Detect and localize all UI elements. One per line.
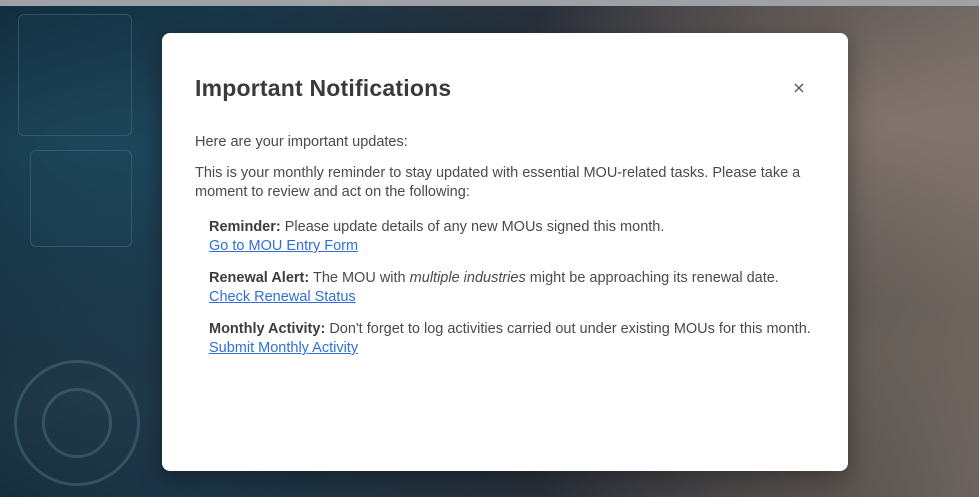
item-label: Reminder: bbox=[209, 219, 281, 235]
item-text: Don't forget to log activities carried o… bbox=[329, 321, 811, 337]
item-label: Renewal Alert: bbox=[209, 270, 310, 286]
description-text: This is your monthly reminder to stay up… bbox=[195, 165, 801, 200]
submit-monthly-activity-link[interactable]: Submit Monthly Activity bbox=[209, 339, 358, 358]
intro-text: Here are your important updates: bbox=[195, 134, 408, 150]
notifications-modal: Important Notifications × Here are your … bbox=[162, 33, 848, 471]
notification-monthly-activity: Monthly Activity: Don't forget to log ac… bbox=[209, 320, 815, 358]
item-label: Monthly Activity: bbox=[209, 321, 326, 337]
item-emphasis: multiple industries bbox=[409, 270, 526, 286]
close-icon: × bbox=[792, 78, 806, 97]
notification-reminder: Reminder: Please update details of any n… bbox=[209, 218, 815, 256]
modal-body: Here are your important updates: This is… bbox=[195, 133, 815, 371]
notification-renewal-alert: Renewal Alert: The MOU with multiple ind… bbox=[209, 269, 815, 307]
modal-title: Important Notifications bbox=[195, 75, 452, 101]
renewal-status-link[interactable]: Check Renewal Status bbox=[209, 288, 356, 307]
item-text: The MOU with bbox=[312, 270, 406, 286]
close-button[interactable]: × bbox=[788, 77, 810, 99]
item-text: might be approaching its renewal date. bbox=[529, 270, 779, 286]
mou-entry-form-link[interactable]: Go to MOU Entry Form bbox=[209, 237, 358, 256]
notification-list: Reminder: Please update details of any n… bbox=[195, 218, 815, 358]
item-text: Please update details of any new MOUs si… bbox=[284, 219, 665, 235]
